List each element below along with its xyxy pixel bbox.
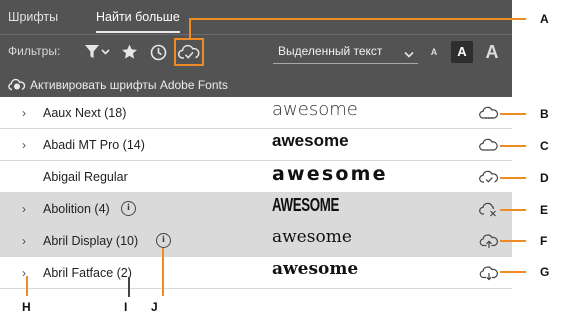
activate-adobe-fonts-label: Активировать шрифты Adobe Fonts (30, 78, 228, 92)
font-name: Abril Fatface (2) (43, 266, 132, 280)
font-name: Abigail Regular (43, 170, 128, 184)
preview-text-dropdown[interactable]: Выделенный текст (273, 41, 418, 64)
font-name: Abril Display (10) (43, 234, 139, 248)
font-name: Abolition (4) (43, 202, 110, 216)
font-name: Aaux Next (18) (43, 106, 127, 120)
tab-fonts-label: Шрифты (8, 10, 59, 24)
panel-header: Шрифты Найти больше Фильтры: Выделенный … (0, 0, 512, 97)
expand-arrow-icon[interactable]: › (22, 138, 26, 152)
active-tab-indicator (96, 31, 180, 33)
fonts-panel: Шрифты Найти больше Фильтры: Выделенный … (0, 0, 512, 289)
expand-arrow-icon[interactable]: › (22, 234, 26, 248)
cloud-check-icon[interactable] (479, 169, 499, 190)
cloud-icon[interactable] (479, 137, 499, 158)
font-size-large-button[interactable]: A (482, 41, 502, 63)
callout-leader-b (500, 113, 526, 115)
preview-text-value: Выделенный текст (278, 44, 383, 58)
font-row-aaux-next[interactable]: › Aaux Next (18) awesome (0, 97, 512, 129)
callout-leader-i (128, 277, 130, 297)
font-row-abril-fatface[interactable]: › Abril Fatface (2) awesome (0, 257, 512, 289)
font-sample: awesome (272, 163, 388, 185)
font-row-abril-display[interactable]: › Abril Display (10) i awesome (0, 225, 512, 257)
tab-find-more-label: Найти больше (96, 10, 180, 24)
font-sample: awesome (272, 195, 339, 215)
cloud-upload-icon[interactable] (479, 233, 499, 254)
adobe-fonts-icon (8, 77, 26, 94)
star-icon[interactable] (121, 44, 138, 65)
callout-h: H (22, 300, 31, 314)
tab-fonts[interactable]: Шрифты (8, 0, 58, 34)
font-name: Abadi MT Pro (14) (43, 138, 145, 152)
font-sample: awesome (272, 99, 358, 120)
callout-leader-g (500, 271, 526, 273)
chevron-down-icon (404, 46, 414, 64)
callout-leader-h (26, 276, 28, 296)
callout-g: G (540, 265, 550, 279)
clock-icon[interactable] (150, 44, 167, 66)
filters-label: Фильтры: (8, 44, 61, 58)
font-row-abadi-mt-pro[interactable]: › Abadi MT Pro (14) awesome (0, 129, 512, 161)
cloud-syncing-icon[interactable] (479, 105, 499, 126)
font-row-abigail-regular[interactable]: Abigail Regular awesome (0, 161, 512, 193)
callout-leader-e (500, 209, 526, 211)
font-sample: awesome (272, 131, 349, 150)
cloud-download-icon[interactable] (479, 265, 499, 286)
callout-e: E (540, 203, 549, 217)
callout-highlight-box (174, 38, 204, 66)
expand-arrow-icon[interactable]: › (22, 106, 26, 120)
font-row-abolition[interactable]: › Abolition (4) i awesome (0, 193, 512, 225)
cloud-x-icon[interactable] (479, 201, 499, 222)
font-size-medium-button[interactable]: A (451, 41, 473, 63)
callout-leader-a (189, 18, 526, 20)
callout-j: J (151, 300, 158, 314)
callout-a: A (540, 12, 549, 26)
filter-funnel-icon[interactable] (84, 44, 111, 65)
header-divider (0, 34, 512, 35)
font-size-small-button[interactable]: A (428, 41, 440, 63)
tab-find-more[interactable]: Найти больше (96, 0, 180, 34)
callout-leader-j (162, 248, 164, 296)
callout-leader-f (500, 240, 526, 242)
callout-leader-a-vertical (189, 19, 191, 38)
info-icon[interactable]: i (156, 233, 171, 248)
font-sample: awesome (272, 227, 352, 247)
callout-b: B (540, 107, 549, 121)
callout-leader-c (500, 145, 526, 147)
tab-bar: Шрифты Найти больше (0, 0, 512, 34)
expand-arrow-icon[interactable]: › (22, 202, 26, 216)
callout-leader-d (500, 177, 526, 179)
callout-d: D (540, 171, 549, 185)
callout-c: C (540, 139, 549, 153)
font-sample: awesome (272, 259, 359, 279)
info-icon[interactable]: i (121, 201, 136, 216)
callout-f: F (540, 234, 548, 248)
callout-i: I (124, 300, 128, 314)
